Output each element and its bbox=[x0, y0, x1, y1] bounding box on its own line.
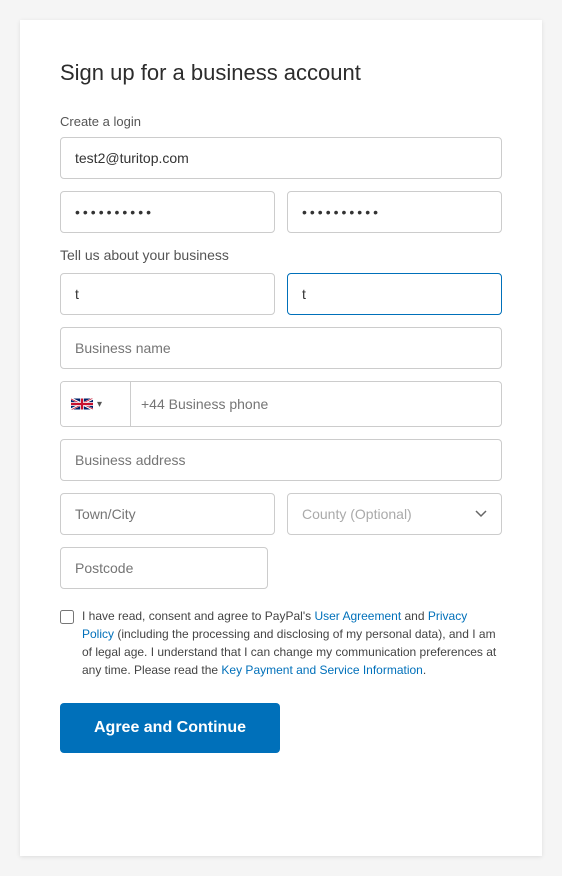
terms-section: I have read, consent and agree to PayPal… bbox=[60, 607, 502, 679]
town-county-row: County (Optional) Bedfordshire Berkshire… bbox=[60, 493, 502, 535]
agree-continue-button[interactable]: Agree and Continue bbox=[60, 703, 280, 753]
postcode-field[interactable] bbox=[60, 547, 268, 589]
first-name-field[interactable] bbox=[60, 273, 275, 315]
business-section: Tell us about your business bbox=[60, 247, 502, 753]
signup-card: Sign up for a business account Create a … bbox=[20, 20, 542, 856]
phone-field[interactable] bbox=[131, 384, 501, 424]
login-section-label: Create a login bbox=[60, 114, 502, 129]
business-address-field[interactable] bbox=[60, 439, 502, 481]
login-section: Create a login bbox=[60, 114, 502, 233]
key-payment-link[interactable]: Key Payment and Service Information bbox=[221, 663, 422, 677]
terms-checkbox[interactable] bbox=[60, 610, 74, 624]
business-section-label: Tell us about your business bbox=[60, 247, 502, 263]
password-field[interactable] bbox=[60, 191, 275, 233]
terms-text: I have read, consent and agree to PayPal… bbox=[82, 607, 502, 679]
uk-flag-icon bbox=[71, 397, 93, 411]
privacy-policy-link[interactable]: Privacy Policy bbox=[82, 609, 467, 641]
confirm-password-field[interactable] bbox=[287, 191, 502, 233]
user-agreement-link[interactable]: User Agreement bbox=[314, 609, 401, 623]
email-field[interactable] bbox=[60, 137, 502, 179]
name-row bbox=[60, 273, 502, 315]
password-row bbox=[60, 191, 502, 233]
phone-country-chevron: ▾ bbox=[97, 399, 102, 410]
phone-country-selector[interactable]: ▾ bbox=[61, 382, 131, 426]
last-name-field[interactable] bbox=[287, 273, 502, 315]
page-title: Sign up for a business account bbox=[60, 60, 502, 86]
county-select[interactable]: County (Optional) Bedfordshire Berkshire… bbox=[287, 493, 502, 535]
phone-row: ▾ bbox=[60, 381, 502, 427]
terms-row: I have read, consent and agree to PayPal… bbox=[60, 607, 502, 679]
town-field[interactable] bbox=[60, 493, 275, 535]
business-name-field[interactable] bbox=[60, 327, 502, 369]
